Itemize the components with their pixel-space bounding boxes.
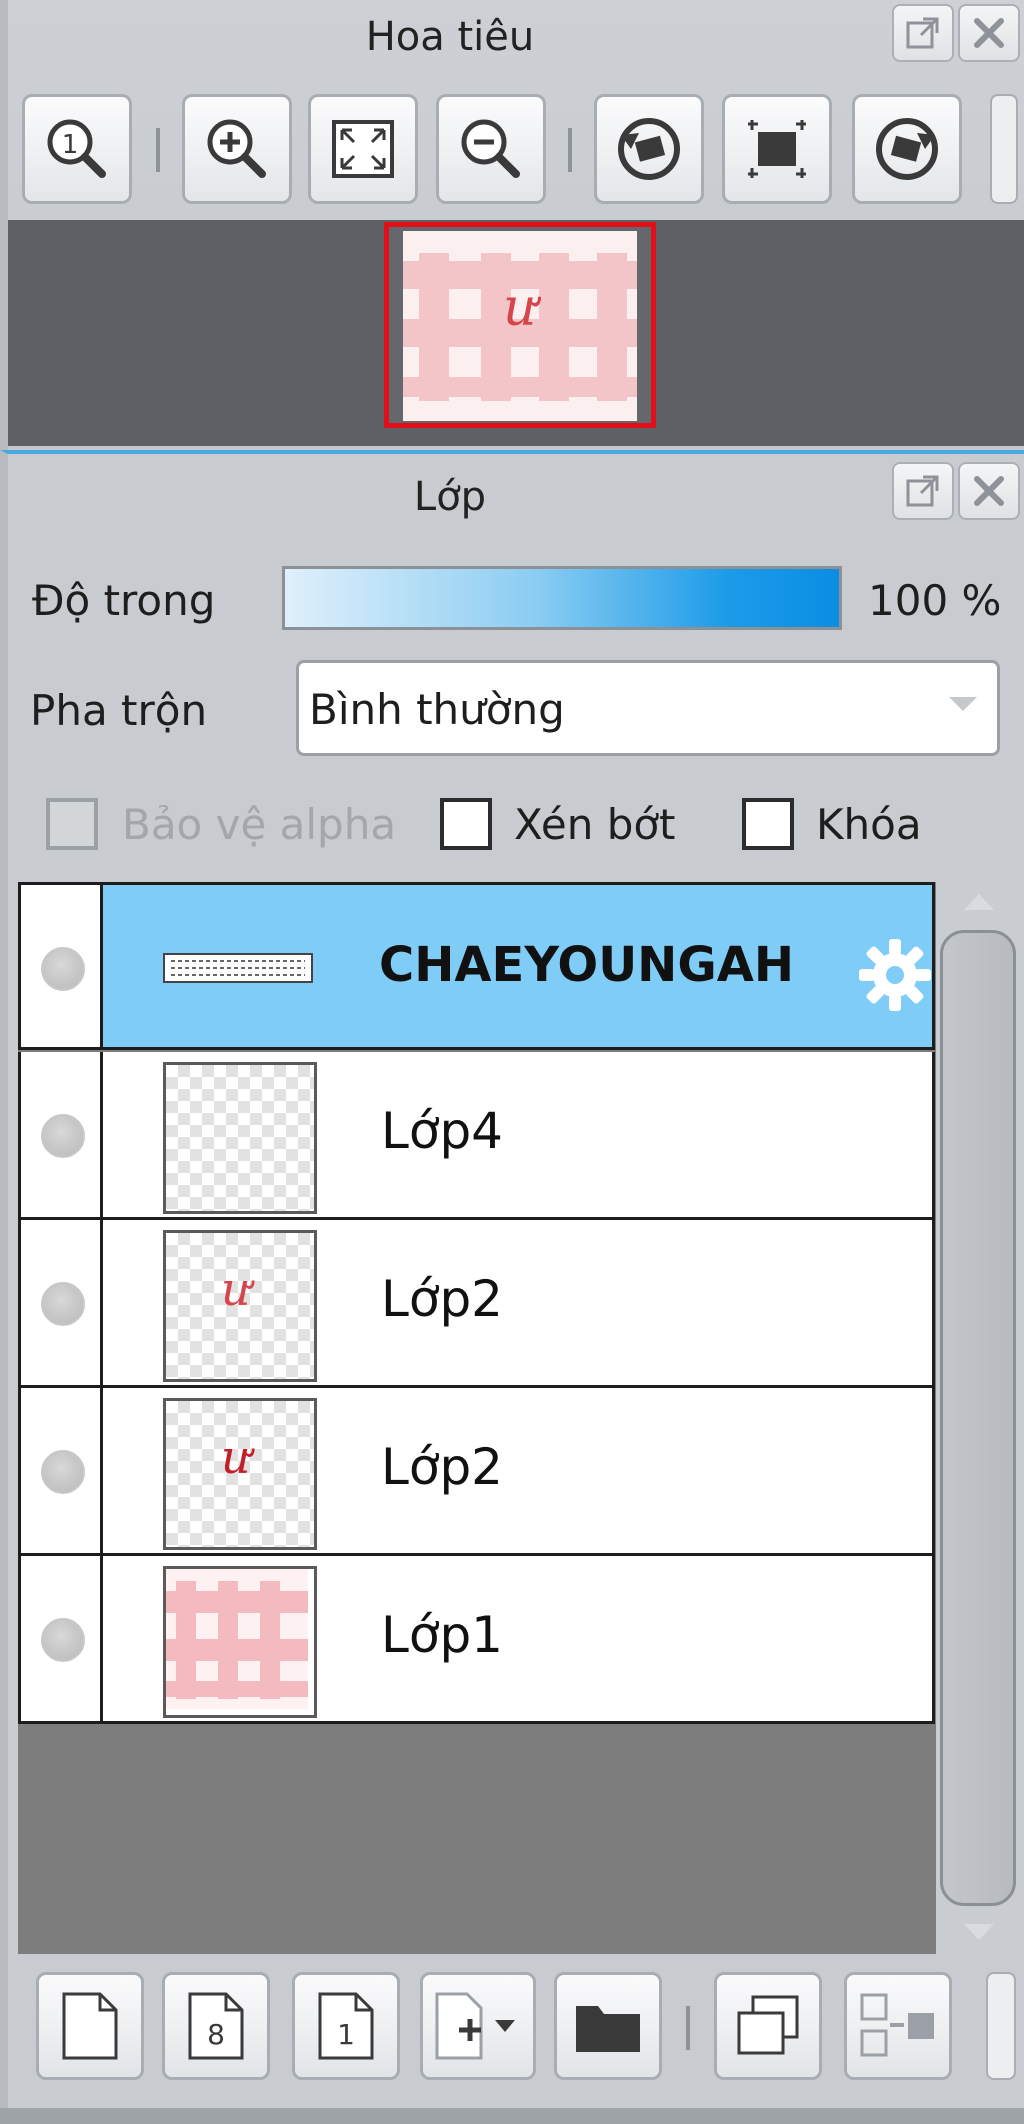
new-1bit-layer-icon[interactable]: 1	[292, 1972, 400, 2080]
status-strip	[0, 2108, 1024, 2124]
layer-name: Lớp2	[381, 1438, 503, 1496]
rotate-right-icon[interactable]	[852, 94, 962, 204]
visibility-column[interactable]	[21, 1556, 103, 1721]
opacity-slider[interactable]	[282, 566, 842, 630]
visibility-column[interactable]	[21, 1052, 103, 1217]
text-layer-thumbnail	[163, 953, 313, 983]
protect-alpha-label: Bảo vệ alpha	[122, 800, 397, 849]
visibility-toggle[interactable]	[41, 1450, 85, 1494]
scroll-thumb[interactable]	[940, 930, 1016, 1906]
layer-thumbnail	[163, 1062, 317, 1214]
blend-mode-select[interactable]: Bình thường	[296, 660, 1000, 756]
undock-icon[interactable]	[892, 4, 954, 62]
visibility-toggle[interactable]	[41, 1282, 85, 1326]
close-icon[interactable]	[958, 4, 1020, 62]
visibility-toggle[interactable]	[41, 1618, 85, 1662]
rotate-left-icon[interactable]	[594, 94, 704, 204]
svg-text:ư: ư	[221, 1262, 255, 1316]
navigator-canvas-thumbnail[interactable]: ư	[384, 222, 656, 428]
scroll-down-icon[interactable]	[962, 1922, 996, 1944]
svg-text:ư: ư	[221, 1430, 255, 1484]
canvas-preview-image: ư	[389, 227, 651, 423]
layer-row[interactable]: CHAEYOUNGAH	[18, 882, 935, 1050]
layer-thumbnail: ư	[163, 1230, 317, 1382]
fit-screen-icon[interactable]	[308, 94, 418, 204]
layer-name: Lớp1	[381, 1606, 503, 1664]
clip-checkbox[interactable]	[440, 798, 492, 850]
toolbar-overflow[interactable]	[986, 1972, 1016, 2080]
visibility-column[interactable]	[21, 1388, 103, 1553]
toolbar-separator	[686, 2006, 690, 2050]
new-8bit-layer-icon[interactable]: 8	[162, 1972, 270, 2080]
navigator-title: Hoa tiêu	[365, 14, 535, 60]
toolbar-overflow[interactable]	[990, 94, 1018, 204]
zoom-actual-icon[interactable]: 1	[22, 94, 132, 204]
layer-thumbnail	[163, 1566, 317, 1718]
zoom-out-icon[interactable]	[436, 94, 546, 204]
visibility-column[interactable]	[21, 885, 103, 1047]
close-icon[interactable]	[958, 462, 1020, 520]
layer-panel-title: Lớp	[413, 474, 487, 520]
visibility-toggle[interactable]	[41, 1114, 85, 1158]
visibility-column[interactable]	[21, 1220, 103, 1385]
layer-row[interactable]: ư Lớp2	[18, 1220, 935, 1388]
layer-row[interactable]: ư Lớp2	[18, 1388, 935, 1556]
duplicate-layer-icon[interactable]	[714, 1972, 822, 2080]
chevron-down-icon	[949, 697, 977, 711]
layer-name: CHAEYOUNGAH	[379, 937, 795, 993]
svg-text:ư: ư	[503, 278, 541, 338]
layer-row[interactable]: Lớp4	[18, 1052, 935, 1220]
toolbar-separator	[156, 128, 160, 172]
scroll-up-icon[interactable]	[962, 890, 996, 912]
lock-checkbox[interactable]	[742, 798, 794, 850]
protect-alpha-checkbox	[46, 798, 98, 850]
layer-name: Lớp4	[381, 1102, 503, 1160]
toolbar-separator	[568, 128, 572, 172]
svg-text:1: 1	[62, 130, 79, 160]
add-layer-menu-icon[interactable]	[420, 1972, 536, 2080]
zoom-in-icon[interactable]	[182, 94, 292, 204]
layer-row[interactable]: Lớp1	[18, 1556, 935, 1724]
opacity-label: Độ trong	[32, 576, 216, 625]
new-layer-icon[interactable]	[36, 1972, 144, 2080]
undock-icon[interactable]	[892, 462, 954, 520]
merge-layer-icon[interactable]	[844, 1972, 952, 2080]
fit-frame-icon[interactable]	[722, 94, 832, 204]
svg-text:1: 1	[337, 2018, 355, 2051]
gear-icon[interactable]	[857, 937, 933, 1013]
layer-thumbnail: ư	[163, 1398, 317, 1550]
svg-text:8: 8	[207, 2018, 225, 2051]
clip-label: Xén bớt	[514, 800, 676, 849]
blend-mode-value: Bình thường	[309, 685, 565, 734]
blend-mode-label: Pha trộn	[30, 686, 208, 735]
layer-name: Lớp2	[381, 1270, 503, 1328]
opacity-value: 100 %	[868, 576, 1002, 625]
new-folder-icon[interactable]	[554, 1972, 662, 2080]
visibility-toggle[interactable]	[41, 947, 85, 991]
lock-label: Khóa	[816, 800, 922, 849]
